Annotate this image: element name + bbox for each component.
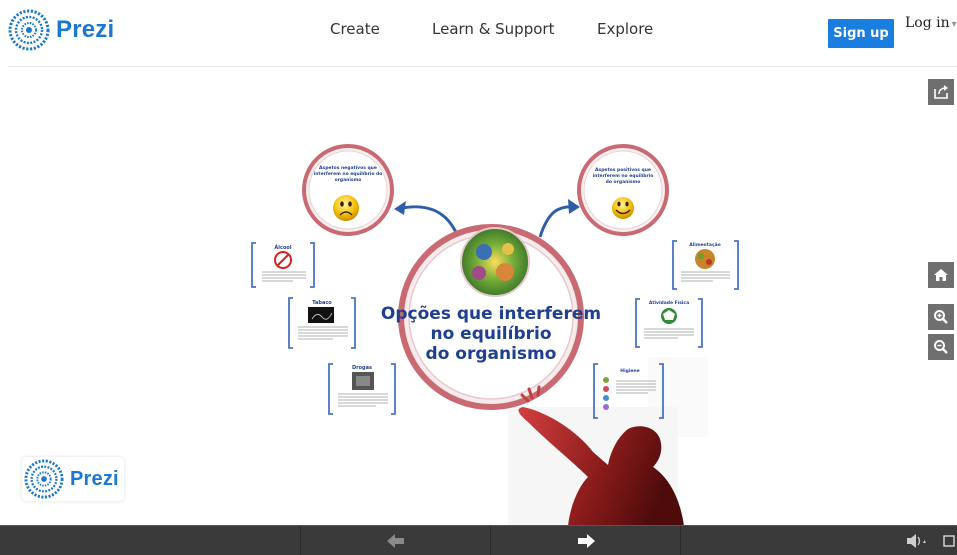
item-alimentacao-title: Alimentação	[689, 242, 721, 248]
hygiene-image	[603, 377, 609, 410]
prezi-logo-icon	[24, 459, 64, 499]
zoom-out-button[interactable]	[928, 334, 954, 360]
fullscreen-button[interactable]	[941, 533, 957, 549]
item-alcool-title: Álcool	[274, 244, 291, 251]
previous-button[interactable]	[301, 526, 491, 555]
item-atividade-fisica-title: Atividade Física	[649, 299, 689, 306]
prezi-logo[interactable]: Prezi	[8, 9, 115, 51]
positive-title-2: interferem no equilíbrio	[593, 172, 654, 179]
zoom-out-icon	[934, 340, 948, 354]
item-drogas-title: Drogas	[352, 365, 372, 371]
home-icon	[934, 269, 948, 281]
chevron-down-icon: ▾	[951, 19, 957, 30]
negative-title-2: interferem no equilíbrio do	[314, 170, 383, 177]
happy-face-icon	[612, 197, 634, 219]
center-title-line-2: no equilíbrio	[430, 324, 551, 344]
center-collage-image	[460, 227, 530, 297]
food-image	[695, 249, 715, 269]
top-navigation-bar: Prezi Create Learn & Support Explore Sig…	[0, 0, 957, 66]
volume-button[interactable]	[905, 532, 933, 550]
presentation-canvas: Aspetos negativos que interferem no equi…	[251, 144, 739, 526]
arrow-right-icon	[578, 533, 595, 548]
signup-button[interactable]: Sign up	[828, 19, 894, 48]
center-title-line-3: do organismo	[426, 344, 557, 364]
item-alcool: Álcool	[251, 242, 315, 288]
arrow-to-negative	[397, 205, 460, 238]
presentation-toolbar	[0, 525, 957, 555]
volume-icon	[907, 534, 926, 548]
corner-logo-text: Prezi	[70, 467, 119, 490]
zoom-in-icon	[934, 310, 948, 324]
center-title-line-1: Opções que interferem	[381, 304, 601, 324]
tabaco-image	[308, 307, 334, 323]
arrow-left-icon	[387, 533, 404, 548]
negative-bubble: Aspetos negativos que interferem no equi…	[302, 144, 394, 236]
corner-prezi-logo[interactable]: Prezi	[22, 457, 124, 501]
positive-title-3: do organismo	[606, 179, 641, 185]
home-button[interactable]	[928, 262, 954, 288]
prezi-logo-icon	[8, 9, 50, 51]
no-alcohol-icon	[274, 251, 292, 269]
item-tabaco: Tabaco	[288, 297, 356, 349]
positive-title-1: Aspetos positivos que	[595, 167, 651, 173]
login-menu[interactable]: Log in ▾	[905, 15, 957, 31]
presentation-viewer[interactable]: Aspetos negativos que interferem no equi…	[8, 66, 957, 526]
negative-title-1: Aspetos negativos que	[319, 165, 377, 171]
share-button[interactable]	[928, 79, 954, 105]
sad-face-icon	[333, 195, 359, 221]
nav-explore[interactable]: Explore	[597, 20, 653, 38]
item-drogas: Drogas	[328, 363, 396, 415]
zoom-in-button[interactable]	[928, 304, 954, 330]
item-atividade-fisica: Atividade Física	[635, 298, 703, 348]
nav-create[interactable]: Create	[330, 20, 380, 38]
item-tabaco-title: Tabaco	[312, 300, 332, 306]
nav-learn-support[interactable]: Learn & Support	[432, 20, 554, 38]
positive-bubble: Aspetos positivos que interferem no equi…	[577, 144, 669, 236]
logo-text: Prezi	[56, 16, 115, 43]
share-icon	[934, 85, 948, 99]
negative-title-3: organismo	[335, 177, 362, 183]
fullscreen-icon	[943, 535, 955, 547]
item-alimentacao: Alimentação	[672, 240, 739, 290]
next-button[interactable]	[491, 526, 681, 555]
center-topic: Opções que interferem no equilíbrio do o…	[381, 224, 601, 410]
login-label: Log in	[905, 15, 950, 31]
item-higiene-title: Higiene	[620, 368, 639, 374]
